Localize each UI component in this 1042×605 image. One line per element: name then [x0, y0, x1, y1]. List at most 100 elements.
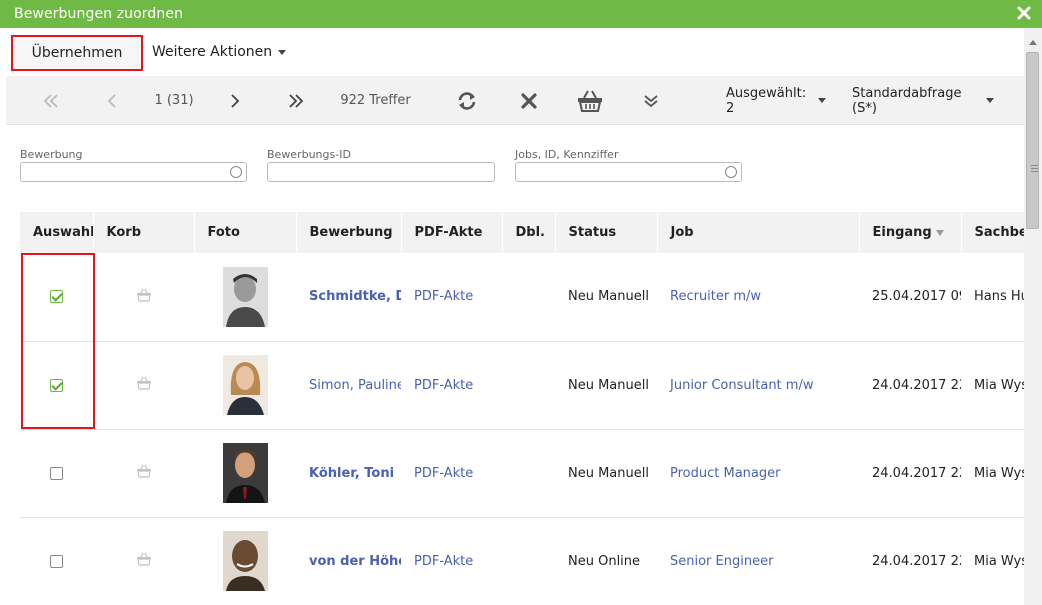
col-header-job[interactable]: Job	[657, 212, 860, 253]
basket-icon[interactable]	[136, 288, 152, 302]
cell-selection	[20, 517, 93, 605]
row-checkbox[interactable]	[50, 290, 63, 304]
row-checkbox[interactable]	[50, 466, 63, 480]
chevron-down-icon	[818, 98, 826, 103]
cell-received: 24.04.2017 22:	[859, 517, 961, 605]
next-page-button[interactable]	[225, 76, 245, 125]
cell-pdf: PDF-Akte	[401, 253, 502, 342]
pdf-link[interactable]: PDF-Akte	[414, 378, 473, 393]
application-filter-input[interactable]	[20, 162, 247, 182]
cell-status: Neu Online	[555, 517, 657, 605]
cell-application: Simon, Pauline	[296, 341, 401, 430]
basket-icon[interactable]	[136, 464, 152, 478]
scroll-up-icon[interactable]	[1029, 40, 1037, 45]
col-header-selection[interactable]: Auswahl	[20, 212, 94, 253]
col-header-received-label: Eingang	[872, 225, 932, 240]
query-label: Standardabfrage (S*)	[852, 85, 962, 116]
more-actions-dropdown[interactable]: Weitere Aktionen	[152, 44, 287, 60]
row-checkbox[interactable]	[50, 378, 63, 392]
cell-status: Neu Manuell	[555, 341, 657, 430]
col-header-received[interactable]: Eingang	[859, 212, 962, 253]
applicant-photo[interactable]	[222, 355, 268, 415]
prev-page-button[interactable]	[102, 76, 122, 125]
chevron-left-icon	[107, 93, 116, 108]
applicant-name-link[interactable]: Schmidtke, Da	[309, 289, 401, 304]
applicant-name-link[interactable]: Simon, Pauline	[309, 378, 401, 393]
basket-icon[interactable]	[136, 552, 152, 566]
col-header-status[interactable]: Status	[555, 212, 658, 253]
col-header-owner[interactable]: Sachbea	[961, 212, 1024, 253]
pdf-link[interactable]: PDF-Akte	[414, 466, 473, 481]
apply-button[interactable]: Übernehmen	[11, 35, 143, 71]
cell-duplicate	[502, 429, 555, 518]
search-icon[interactable]	[230, 166, 242, 178]
applicant-photo[interactable]	[222, 531, 268, 591]
pager-toolbar: 1 (31) 922 Treffer Ausgewählt: 2 Standar…	[6, 76, 1024, 125]
cell-selection	[20, 341, 93, 430]
row-checkbox[interactable]	[50, 554, 63, 568]
table-header-row: Auswahl Korb Foto Bewerbung PDF-Akte Dbl…	[20, 212, 1024, 253]
job-link[interactable]: Recruiter m/w	[670, 289, 761, 304]
selected-dropdown[interactable]: Ausgewählt: 2	[726, 86, 826, 116]
cell-basket	[93, 341, 194, 430]
cell-job: Junior Consultant m/w	[657, 341, 859, 430]
col-header-basket[interactable]: Korb	[93, 212, 195, 253]
clear-button[interactable]	[518, 76, 540, 125]
job-link[interactable]: Product Manager	[670, 466, 780, 481]
last-page-button[interactable]	[285, 76, 307, 125]
cell-owner: Mia Wys	[961, 429, 1024, 518]
cell-photo	[194, 253, 296, 342]
refresh-button[interactable]	[454, 76, 480, 125]
expand-button[interactable]	[640, 76, 662, 125]
first-page-button[interactable]	[40, 76, 62, 125]
applicant-name-link[interactable]: Köhler, Toni	[309, 466, 394, 481]
applicant-name-link[interactable]: von der Höhe,	[309, 554, 401, 569]
cell-application: Schmidtke, Da	[296, 253, 401, 342]
hit-count: 922 Treffer	[340, 93, 411, 108]
page-info: 1 (31)	[154, 93, 194, 108]
basket-icon	[578, 90, 602, 112]
applicant-photo[interactable]	[222, 443, 268, 503]
scrollbar-thumb[interactable]	[1026, 52, 1039, 229]
cell-photo	[194, 429, 296, 518]
table-row[interactable]: Schmidtke, Da PDF-Akte Neu Manuell Recruite…	[20, 253, 1024, 342]
cell-duplicate	[502, 253, 555, 342]
cell-pdf: PDF-Akte	[401, 517, 502, 605]
close-icon[interactable]	[1016, 5, 1032, 21]
vertical-scrollbar[interactable]	[1024, 28, 1042, 605]
action-bar: Übernehmen Weitere Aktionen	[0, 28, 1024, 76]
application-filter: Bewerbung	[20, 148, 247, 182]
cell-owner: Hans Hu	[961, 253, 1024, 342]
job-link[interactable]: Junior Consultant m/w	[670, 378, 813, 393]
sort-desc-icon	[935, 229, 944, 236]
applicant-photo[interactable]	[222, 266, 268, 327]
col-header-photo[interactable]: Foto	[194, 212, 297, 253]
basket-button[interactable]	[574, 76, 606, 125]
job-link[interactable]: Senior Engineer	[670, 554, 773, 569]
basket-icon[interactable]	[136, 376, 152, 390]
refresh-icon	[458, 91, 476, 110]
id-filter: Bewerbungs-ID	[267, 148, 495, 182]
double-chevron-left-icon	[43, 93, 58, 108]
close-icon	[521, 92, 537, 109]
cell-selection	[20, 253, 93, 342]
pdf-link[interactable]: PDF-Akte	[414, 289, 473, 304]
cell-received: 24.04.2017 22:	[859, 341, 961, 430]
pdf-link[interactable]: PDF-Akte	[414, 554, 473, 569]
col-header-application[interactable]: Bewerbung	[296, 212, 402, 253]
col-header-pdf[interactable]: PDF-Akte	[401, 212, 503, 253]
query-dropdown[interactable]: Standardabfrage (S*)	[852, 86, 994, 116]
selected-count: Ausgewählt: 2	[726, 85, 807, 116]
cell-photo	[194, 517, 296, 605]
jobs-filter-input[interactable]	[515, 162, 742, 182]
table-row[interactable]: Simon, Pauline PDF-Akte Neu Manuell Junior …	[20, 341, 1024, 430]
id-filter-input[interactable]	[267, 162, 495, 182]
cell-pdf: PDF-Akte	[401, 341, 502, 430]
col-header-duplicate[interactable]: Dbl.	[502, 212, 556, 253]
cell-owner: Mia Wys	[961, 517, 1024, 605]
table-row[interactable]: Köhler, Toni PDF-Akte Neu Manuell Product M…	[20, 429, 1024, 518]
search-icon[interactable]	[725, 166, 737, 178]
double-chevron-right-icon	[289, 93, 304, 108]
table-row[interactable]: von der Höhe, PDF-Akte Neu Online Senior En…	[20, 517, 1024, 605]
dialog-title-bar: Bewerbungen zuordnen	[0, 0, 1042, 28]
